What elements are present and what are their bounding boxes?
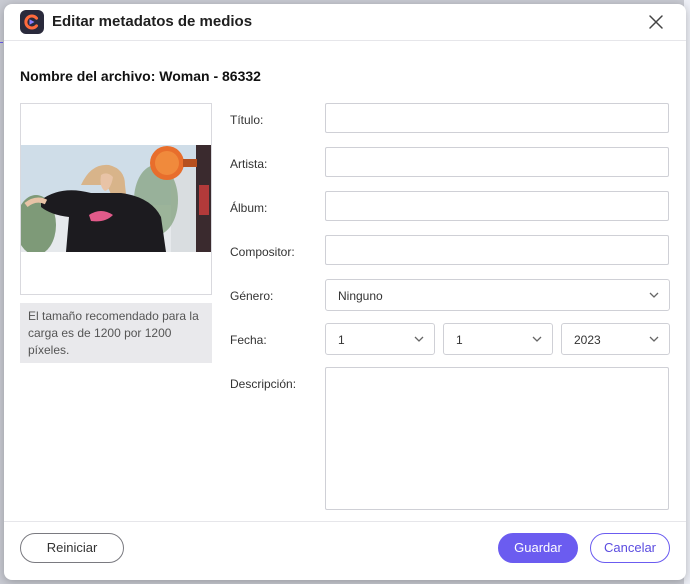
date-month-value: 1 xyxy=(456,333,463,347)
composer-input[interactable] xyxy=(325,235,669,265)
genre-label: Género: xyxy=(230,289,274,303)
dialog-titlebar: Editar metadatos de medios xyxy=(4,4,686,41)
genre-select[interactable]: Ninguno xyxy=(325,279,670,311)
date-label: Fecha: xyxy=(230,333,267,347)
date-year-value: 2023 xyxy=(574,333,601,347)
edit-metadata-dialog: Editar metadatos de medios Nombre del ar… xyxy=(4,4,686,580)
app-logo-icon xyxy=(20,10,44,34)
chevron-down-icon xyxy=(414,336,424,342)
date-month-select[interactable]: 1 xyxy=(443,323,553,355)
artist-label: Artista: xyxy=(230,157,268,171)
title-input[interactable] xyxy=(325,103,669,133)
footer-divider xyxy=(4,521,686,522)
date-year-select[interactable]: 2023 xyxy=(561,323,670,355)
close-icon[interactable] xyxy=(646,12,666,32)
title-label: Título: xyxy=(230,113,264,127)
cancel-button[interactable]: Cancelar xyxy=(590,533,670,563)
chevron-down-icon xyxy=(649,292,659,298)
save-button[interactable]: Guardar xyxy=(498,533,578,563)
reset-button[interactable]: Reiniciar xyxy=(20,533,124,563)
date-day-value: 1 xyxy=(338,333,345,347)
genre-selected: Ninguno xyxy=(338,289,383,303)
album-input[interactable] xyxy=(325,191,669,221)
filename-heading: Nombre del archivo: Woman - 86332 xyxy=(20,68,261,84)
artist-input[interactable] xyxy=(325,147,669,177)
dialog-title: Editar metadatos de medios xyxy=(52,13,253,30)
date-day-select[interactable]: 1 xyxy=(325,323,435,355)
chevron-down-icon xyxy=(649,336,659,342)
thumbnail-size-note: El tamaño recomendado para la carga es d… xyxy=(20,303,212,363)
chevron-down-icon xyxy=(532,336,542,342)
description-textarea[interactable] xyxy=(325,367,669,510)
album-label: Álbum: xyxy=(230,201,268,215)
background-accent xyxy=(0,42,3,43)
thumbnail-image xyxy=(21,145,211,252)
composer-label: Compositor: xyxy=(230,245,295,259)
thumbnail-upload[interactable] xyxy=(20,103,212,295)
description-label: Descripción: xyxy=(230,377,297,391)
